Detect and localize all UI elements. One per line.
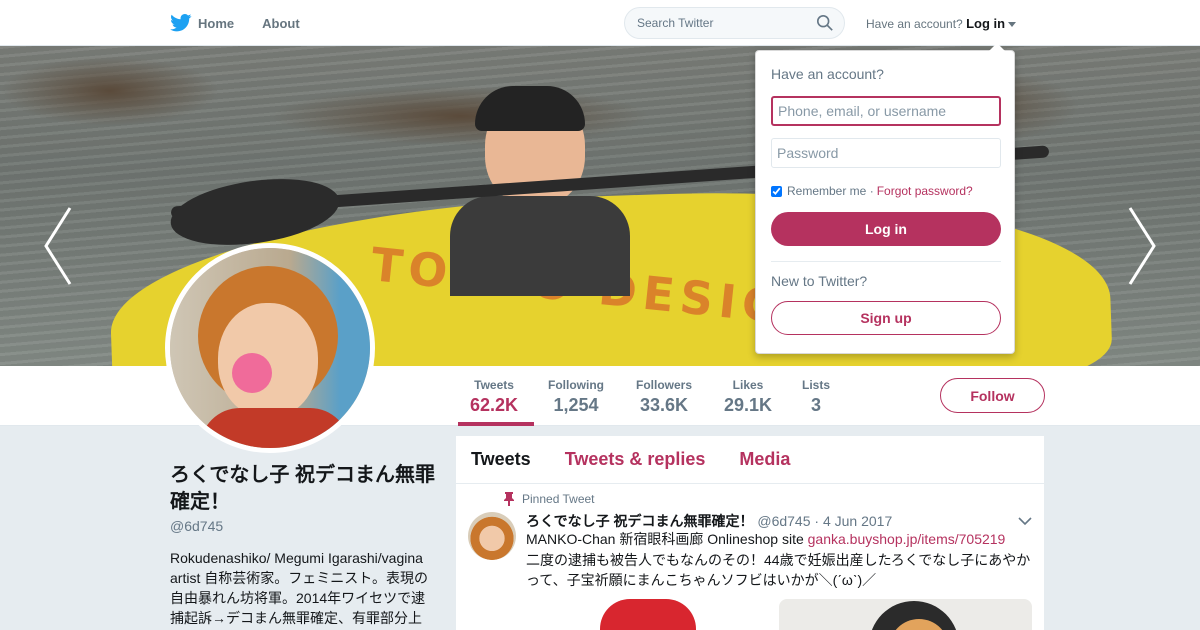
stat-likes-value: 29.1K — [724, 395, 773, 415]
stat-likes[interactable]: Likes 29.1K — [724, 378, 772, 416]
login-toggle[interactable]: Have an account? Log in — [866, 16, 1017, 31]
search-icon[interactable] — [816, 14, 834, 32]
stat-followers[interactable]: Followers 33.6K — [636, 378, 692, 416]
profile-handle[interactable]: @6d745 — [170, 518, 223, 534]
nav-home[interactable]: Home — [170, 14, 234, 32]
profile-bio: Rokudenashiko/ Megumi Igarashi/vagina ar… — [170, 550, 428, 626]
profile-name[interactable]: ろくでなし子 祝デコまん無罪確定！ — [170, 462, 440, 516]
nav-home-label: Home — [198, 15, 235, 31]
stat-likes-label: Likes — [732, 378, 764, 392]
divider — [771, 261, 1001, 262]
follow-button[interactable]: Follow — [940, 378, 1045, 413]
login-title: Have an account? — [771, 66, 884, 82]
tweet-line3: って、子宝祈願にまんこちゃんソフビはいかが＼(ˊωˋ)／ — [526, 572, 877, 588]
avatar-shirt — [200, 408, 350, 448]
reeds — [0, 56, 220, 126]
remember-row: Remember me · Forgot password? — [771, 184, 973, 198]
twitter-bird-icon — [170, 14, 192, 32]
stat-following[interactable]: Following 1,254 — [548, 378, 604, 416]
tab-media[interactable]: Media — [739, 449, 790, 470]
login-button[interactable]: Log in — [771, 212, 1001, 246]
have-account-text: Have an account? — [866, 17, 963, 31]
nav-about[interactable]: About — [262, 16, 300, 31]
remember-checkbox[interactable] — [771, 185, 782, 197]
tab-tweets-replies[interactable]: Tweets & replies — [565, 449, 706, 470]
stat-tweets-value: 62.2K — [470, 395, 519, 415]
pinned-text: Pinned Tweet — [522, 492, 595, 506]
tweet-line2: 二度の逮捕も被告人でもなんのその！44歳で妊娠出産したろくでなし子にあやか — [526, 552, 1031, 568]
stat-followers-label: Followers — [636, 378, 693, 392]
stat-following-value: 1,254 — [553, 395, 599, 415]
caret-down-icon — [1008, 22, 1017, 28]
chevron-left-icon[interactable] — [42, 206, 74, 286]
new-to-twitter: New to Twitter? — [771, 273, 868, 289]
tweet-text-line: MANKO-Chan 新宿眼科画廊 Onlineshop site ganka.… — [526, 529, 1036, 549]
avatar[interactable] — [165, 243, 375, 453]
username-input[interactable] — [771, 96, 1001, 126]
login-link[interactable]: Log in — [966, 16, 1005, 31]
tweet-media-1[interactable] — [526, 599, 776, 630]
tweet-header: ろくでなし子 祝デコまん無罪確定！ @6d745 · 4 Jun 2017 — [526, 511, 892, 531]
login-dropdown: Have an account? Remember me · Forgot pa… — [755, 43, 1015, 354]
pinned-label: Pinned Tweet — [504, 492, 595, 506]
tweet-link[interactable]: ganka.buyshop.jp/items/705219 — [808, 531, 1006, 547]
stat-lists-label: Lists — [802, 378, 831, 392]
person-cap — [475, 86, 585, 131]
tweet-avatar[interactable] — [468, 512, 516, 560]
search-input[interactable] — [624, 7, 845, 39]
stat-tweets-label: Tweets — [474, 378, 514, 392]
tweet-date[interactable]: · 4 Jun 2017 — [814, 513, 892, 529]
tab-tweets[interactable]: Tweets — [471, 449, 531, 470]
stat-following-label: Following — [548, 378, 604, 392]
signup-button[interactable]: Sign up — [771, 301, 1001, 335]
password-input[interactable] — [771, 138, 1001, 168]
timeline-tabs: Tweets Tweets & replies Media — [456, 436, 1044, 484]
stat-lists-value: 3 — [811, 395, 822, 415]
nav-about-label: About — [262, 15, 300, 31]
stat-lists[interactable]: Lists 3 — [802, 378, 830, 416]
tweet-media-2[interactable] — [779, 599, 1032, 630]
top-nav: Home About Have an account? Log in — [0, 0, 1200, 46]
remember-label[interactable]: Remember me · — [787, 184, 874, 198]
tweet-handle[interactable]: @6d745 — [757, 513, 810, 529]
person-body — [450, 196, 630, 296]
active-stat-underline — [458, 422, 534, 426]
tweet-author[interactable]: ろくでなし子 祝デコまん無罪確定！ — [526, 513, 753, 529]
tweet-line1: MANKO-Chan 新宿眼科画廊 Onlineshop site — [526, 531, 808, 547]
timeline: Tweets Tweets & replies Media Pinned Twe… — [456, 436, 1044, 630]
stat-followers-value: 33.6K — [639, 395, 689, 415]
chevron-right-icon[interactable] — [1126, 206, 1158, 286]
chevron-down-icon[interactable] — [1018, 516, 1032, 526]
forgot-password-link[interactable]: Forgot password? — [877, 184, 973, 198]
stat-tweets[interactable]: Tweets 62.2K — [470, 378, 518, 416]
avatar-toy — [232, 353, 272, 393]
media-toy — [600, 599, 696, 630]
pin-icon — [504, 492, 514, 506]
nav-left: Home About — [170, 0, 328, 46]
